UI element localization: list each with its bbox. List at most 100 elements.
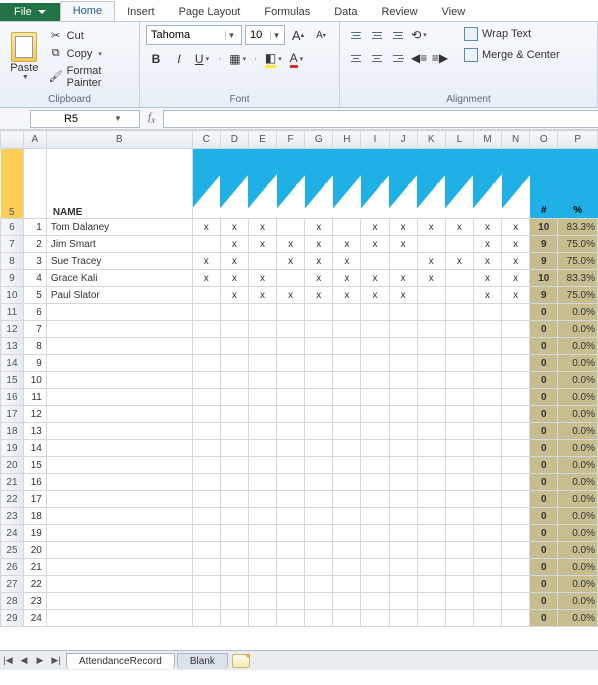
- col-header[interactable]: C: [192, 131, 220, 149]
- sheet-nav-next[interactable]: ▶: [32, 653, 48, 669]
- attendance-cell[interactable]: [473, 542, 501, 559]
- attendance-cell[interactable]: [305, 474, 333, 491]
- attendance-cell[interactable]: [502, 457, 530, 474]
- col-header[interactable]: A: [23, 131, 46, 149]
- name-cell[interactable]: [46, 440, 192, 457]
- attendance-cell[interactable]: [248, 406, 276, 423]
- attendance-cell[interactable]: x: [220, 287, 248, 304]
- attendance-cell[interactable]: [445, 440, 473, 457]
- date-header-cell[interactable]: 1/22/2009: [277, 149, 305, 219]
- count-cell[interactable]: 9: [530, 236, 558, 253]
- tab-view[interactable]: View: [430, 3, 478, 21]
- pct-cell[interactable]: 0.0%: [558, 355, 598, 372]
- attendance-cell[interactable]: [277, 457, 305, 474]
- date-header-cell[interactable]: 1/8/2009: [220, 149, 248, 219]
- attendance-cell[interactable]: [417, 593, 445, 610]
- attendance-cell[interactable]: [473, 321, 501, 338]
- attendance-cell[interactable]: x: [445, 219, 473, 236]
- attendance-cell[interactable]: [445, 457, 473, 474]
- row-header[interactable]: 21: [1, 474, 24, 491]
- attendance-cell[interactable]: [277, 542, 305, 559]
- attendance-cell[interactable]: [389, 508, 417, 525]
- count-cell[interactable]: 0: [530, 491, 558, 508]
- attendance-cell[interactable]: [473, 423, 501, 440]
- attendance-cell[interactable]: [333, 525, 361, 542]
- attendance-cell[interactable]: [361, 321, 389, 338]
- attendance-cell[interactable]: [417, 491, 445, 508]
- count-cell[interactable]: 0: [530, 389, 558, 406]
- attendance-cell[interactable]: [248, 542, 276, 559]
- attendance-cell[interactable]: [389, 525, 417, 542]
- row-header[interactable]: 25: [1, 542, 24, 559]
- attendance-cell[interactable]: [333, 576, 361, 593]
- attendance-cell[interactable]: [445, 610, 473, 627]
- attendance-cell[interactable]: [192, 610, 220, 627]
- id-cell[interactable]: 5: [23, 287, 46, 304]
- attendance-cell[interactable]: x: [305, 236, 333, 253]
- pct-cell[interactable]: 0.0%: [558, 423, 598, 440]
- attendance-cell[interactable]: [389, 559, 417, 576]
- attendance-cell[interactable]: [333, 440, 361, 457]
- chevron-down-icon[interactable]: ▼: [270, 31, 282, 40]
- attendance-cell[interactable]: [445, 304, 473, 321]
- attendance-cell[interactable]: [248, 355, 276, 372]
- attendance-cell[interactable]: [417, 304, 445, 321]
- id-cell[interactable]: 17: [23, 491, 46, 508]
- col-header[interactable]: F: [277, 131, 305, 149]
- attendance-cell[interactable]: [333, 559, 361, 576]
- attendance-cell[interactable]: x: [417, 270, 445, 287]
- attendance-cell[interactable]: [473, 389, 501, 406]
- attendance-cell[interactable]: [473, 491, 501, 508]
- count-cell[interactable]: 9: [530, 253, 558, 270]
- attendance-cell[interactable]: [502, 576, 530, 593]
- name-cell[interactable]: [46, 542, 192, 559]
- attendance-cell[interactable]: x: [220, 270, 248, 287]
- attendance-cell[interactable]: x: [417, 253, 445, 270]
- attendance-cell[interactable]: [277, 474, 305, 491]
- attendance-cell[interactable]: [361, 474, 389, 491]
- name-cell[interactable]: [46, 576, 192, 593]
- tab-data[interactable]: Data: [322, 3, 369, 21]
- attendance-cell[interactable]: [361, 593, 389, 610]
- attendance-cell[interactable]: [220, 423, 248, 440]
- attendance-cell[interactable]: [333, 508, 361, 525]
- attendance-cell[interactable]: x: [361, 236, 389, 253]
- attendance-cell[interactable]: [277, 423, 305, 440]
- attendance-cell[interactable]: [220, 525, 248, 542]
- attendance-cell[interactable]: [417, 406, 445, 423]
- attendance-cell[interactable]: [192, 423, 220, 440]
- attendance-cell[interactable]: [277, 338, 305, 355]
- row-header[interactable]: 24: [1, 525, 24, 542]
- id-cell[interactable]: 23: [23, 593, 46, 610]
- name-cell[interactable]: Tom Dalaney: [46, 219, 192, 236]
- attendance-cell[interactable]: [417, 457, 445, 474]
- attendance-cell[interactable]: [220, 491, 248, 508]
- pct-cell[interactable]: 0.0%: [558, 559, 598, 576]
- attendance-cell[interactable]: [192, 389, 220, 406]
- attendance-cell[interactable]: [361, 576, 389, 593]
- attendance-cell[interactable]: [502, 423, 530, 440]
- attendance-cell[interactable]: x: [473, 253, 501, 270]
- col-header[interactable]: M: [473, 131, 501, 149]
- name-cell[interactable]: [46, 372, 192, 389]
- col-header[interactable]: J: [389, 131, 417, 149]
- attendance-cell[interactable]: [333, 372, 361, 389]
- pct-cell[interactable]: 75.0%: [558, 253, 598, 270]
- attendance-cell[interactable]: [445, 525, 473, 542]
- shrink-font-button[interactable]: A▾: [311, 25, 331, 45]
- increase-indent-button[interactable]: ≡▶: [430, 48, 450, 68]
- count-cell[interactable]: 0: [530, 355, 558, 372]
- attendance-cell[interactable]: [277, 491, 305, 508]
- font-size-input[interactable]: [246, 29, 270, 41]
- count-cell[interactable]: 0: [530, 542, 558, 559]
- attendance-cell[interactable]: [305, 525, 333, 542]
- name-cell[interactable]: [46, 559, 192, 576]
- pct-cell[interactable]: 83.3%: [558, 219, 598, 236]
- attendance-cell[interactable]: [361, 304, 389, 321]
- row-header[interactable]: 5: [1, 149, 24, 219]
- align-bottom-button[interactable]: [388, 25, 408, 45]
- attendance-cell[interactable]: [220, 355, 248, 372]
- attendance-cell[interactable]: [192, 355, 220, 372]
- count-cell[interactable]: 0: [530, 338, 558, 355]
- name-header-cell[interactable]: NAME: [46, 149, 192, 219]
